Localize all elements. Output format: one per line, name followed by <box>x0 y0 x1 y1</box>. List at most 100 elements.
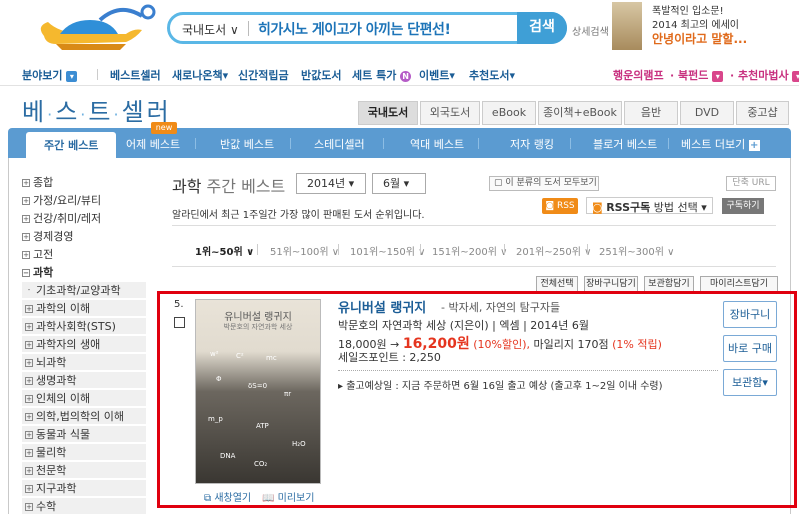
plus-icon: + <box>25 323 33 331</box>
tab-domestic[interactable]: 국내도서 <box>358 101 418 125</box>
subscribe-button[interactable]: 구독하기 <box>722 198 764 214</box>
tab-ebook[interactable]: eBook <box>482 101 536 125</box>
add-to-mylist-button[interactable]: 마이리스트담기 <box>700 276 778 292</box>
sidebar-item-label: 기초과학/교양과학 <box>36 284 121 297</box>
sidebar-item[interactable]: + 생명과학 <box>22 372 146 388</box>
tab-steady-seller[interactable]: 스테디셀러 <box>314 136 365 152</box>
nav-new-books[interactable]: 새로나온책▾ <box>172 67 228 83</box>
tab-more-best[interactable]: 베스트 더보기 + <box>681 136 760 152</box>
range-link[interactable]: 51위~100위 ∨ <box>270 243 339 258</box>
plus-icon: + <box>25 377 33 385</box>
plus-icon: + <box>22 179 30 187</box>
plus-icon: + <box>22 197 30 205</box>
sidebar-item[interactable]: + 의학,법의학의 이해 <box>22 408 146 424</box>
view-all-category-button[interactable]: ▢ 이 분류의 도서 모두보기 <box>489 176 599 191</box>
sidebar-item-label: 수학 <box>36 500 57 513</box>
select-all-button[interactable]: 전체선택 <box>536 276 578 292</box>
range-link[interactable]: 251위~300위 ∨ <box>599 243 674 258</box>
sidebar-item-label: 생명과학 <box>36 374 77 387</box>
page-title: 베·스·트·셀러 <box>22 98 172 126</box>
tab-yesterday-best[interactable]: 어제 베스트 <box>126 136 180 152</box>
sidebar-item-label: 건강/취미/레저 <box>33 212 102 225</box>
nav-category[interactable]: 분야보기 ▾ <box>22 67 78 83</box>
sidebar-item[interactable]: - 기초과학/교양과학 <box>22 282 146 298</box>
divider <box>248 21 249 36</box>
search-button[interactable]: 검색 <box>517 12 567 44</box>
chevron-down-icon: ▾ <box>792 70 799 82</box>
plus-icon: + <box>25 341 33 349</box>
chevron-down-icon: ▾ <box>712 70 724 82</box>
search-bar[interactable]: 국내도서 ∨ 히가시노 게이고가 아끼는 단편선! 검색 <box>167 12 567 44</box>
sidebar-item[interactable]: + 지구과학 <box>22 480 146 496</box>
sidebar-item[interactable]: + 고전 <box>22 246 53 262</box>
tab-foreign[interactable]: 외국도서 <box>420 101 480 125</box>
plus-icon: + <box>25 503 33 511</box>
nav-recommender[interactable]: · 추천마법사 ▾ <box>730 67 799 83</box>
plus-icon: + <box>25 305 33 313</box>
range-link[interactable]: 101위~150위 ∨ <box>350 243 425 258</box>
rss-method-select[interactable]: ◙ RSS구독 방법 선택 ▾ <box>586 197 713 214</box>
tab-blogger-best[interactable]: 블로거 베스트 <box>593 136 657 152</box>
sidebar-item-label: 과학사회학(STS) <box>36 320 116 333</box>
tab-paper-ebook[interactable]: 종이책+eBook <box>538 101 622 125</box>
divider <box>172 225 776 226</box>
sidebar-item[interactable]: + 가정/요리/뷰티 <box>22 192 101 208</box>
tab-music[interactable]: 음반 <box>624 101 678 125</box>
search-input[interactable]: 히가시노 게이고가 아끼는 단편선! <box>258 19 451 39</box>
sidebar-item[interactable]: + 뇌과학 <box>22 354 146 370</box>
sidebar-item[interactable]: + 과학사회학(STS) <box>22 318 146 334</box>
plus-icon: + <box>748 140 760 151</box>
sidebar-item[interactable]: + 동물과 식물 <box>22 426 146 442</box>
sidebar-item[interactable]: + 수학 <box>22 498 146 514</box>
sidebar-item[interactable]: + 종합 <box>22 174 53 190</box>
rss-icon: ◙ <box>545 201 555 211</box>
rss-badge[interactable]: ◙ RSS <box>542 198 578 214</box>
plus-icon: + <box>22 251 30 259</box>
sidebar-item[interactable]: − 과학 <box>22 264 53 280</box>
sidebar-item[interactable]: + 천문학 <box>22 462 146 478</box>
sidebar-item[interactable]: + 과학의 이해 <box>22 300 146 316</box>
search-category-select[interactable]: 국내도서 ∨ <box>182 21 239 38</box>
description-text: 알라딘에서 최근 1주일간 가장 많이 판매된 도서 순위입니다. <box>172 210 425 221</box>
tab-weekly-best[interactable]: 주간 베스트 <box>26 132 117 158</box>
plus-icon: + <box>25 449 33 457</box>
tab-half-price-best[interactable]: 반값 베스트 <box>220 136 274 152</box>
sidebar-item[interactable]: + 건강/취미/레저 <box>22 210 101 226</box>
add-to-wishlist-button[interactable]: 보관함담기 <box>644 276 694 292</box>
month-select[interactable]: 6월 ▾ <box>372 173 426 194</box>
tab-dvd[interactable]: DVD <box>680 101 734 125</box>
nav-bestseller[interactable]: 베스트셀러 <box>110 67 161 83</box>
tab-author-rank[interactable]: 저자 랭킹 <box>510 136 554 152</box>
aladin-logo[interactable] <box>30 2 156 54</box>
divider <box>172 266 776 267</box>
nav-lucky-lamp[interactable]: 행운의램프 <box>613 67 664 83</box>
sidebar-item-label: 과학의 이해 <box>36 302 91 315</box>
sidebar-item-label: 동물과 식물 <box>36 428 91 441</box>
sidebar-item[interactable]: + 인체의 이해 <box>22 390 146 406</box>
year-select[interactable]: 2014년 ▾ <box>296 173 366 194</box>
range-link[interactable]: 151위~200위 ∨ <box>432 243 507 258</box>
sidebar-item[interactable]: + 물리학 <box>22 444 146 460</box>
nav-new-points[interactable]: 신간적립금 <box>238 67 289 83</box>
banner-ad[interactable]: 폭발적인 입소문! 2014 최고의 에세이 안녕이라고 말할... <box>612 2 797 54</box>
plus-icon: + <box>25 467 33 475</box>
range-link[interactable]: 1위~50위 ∨ <box>195 243 254 258</box>
nav-half-price[interactable]: 반값도서 <box>301 67 341 83</box>
short-url-button[interactable]: 단축 URL <box>726 176 776 191</box>
nav-recommend[interactable]: 추천도서▾ <box>469 67 515 83</box>
sidebar-item[interactable]: + 과학자의 생애 <box>22 336 146 352</box>
add-to-cart-button[interactable]: 장바구니담기 <box>584 276 638 292</box>
advanced-search-link[interactable]: 상세검색 <box>572 23 609 38</box>
nav-set-sale[interactable]: 세트 특가 N <box>352 67 412 83</box>
plus-icon: + <box>22 233 30 241</box>
sidebar-item-label: 과학 <box>33 266 54 279</box>
sidebar-item-label: 의학,법의학의 이해 <box>36 410 124 423</box>
tab-used[interactable]: 중고샵 <box>736 101 789 125</box>
sidebar-item-label: 천문학 <box>36 464 67 477</box>
tab-all-time-best[interactable]: 역대 베스트 <box>410 136 464 152</box>
nav-bookfund[interactable]: · 북펀드 ▾ <box>670 67 724 83</box>
sidebar-item-label: 가정/요리/뷰티 <box>33 194 102 207</box>
range-link[interactable]: 201위~250위 ∨ <box>516 243 591 258</box>
nav-events[interactable]: 이벤트▾ <box>419 67 455 83</box>
sidebar-item[interactable]: + 경제경영 <box>22 228 73 244</box>
